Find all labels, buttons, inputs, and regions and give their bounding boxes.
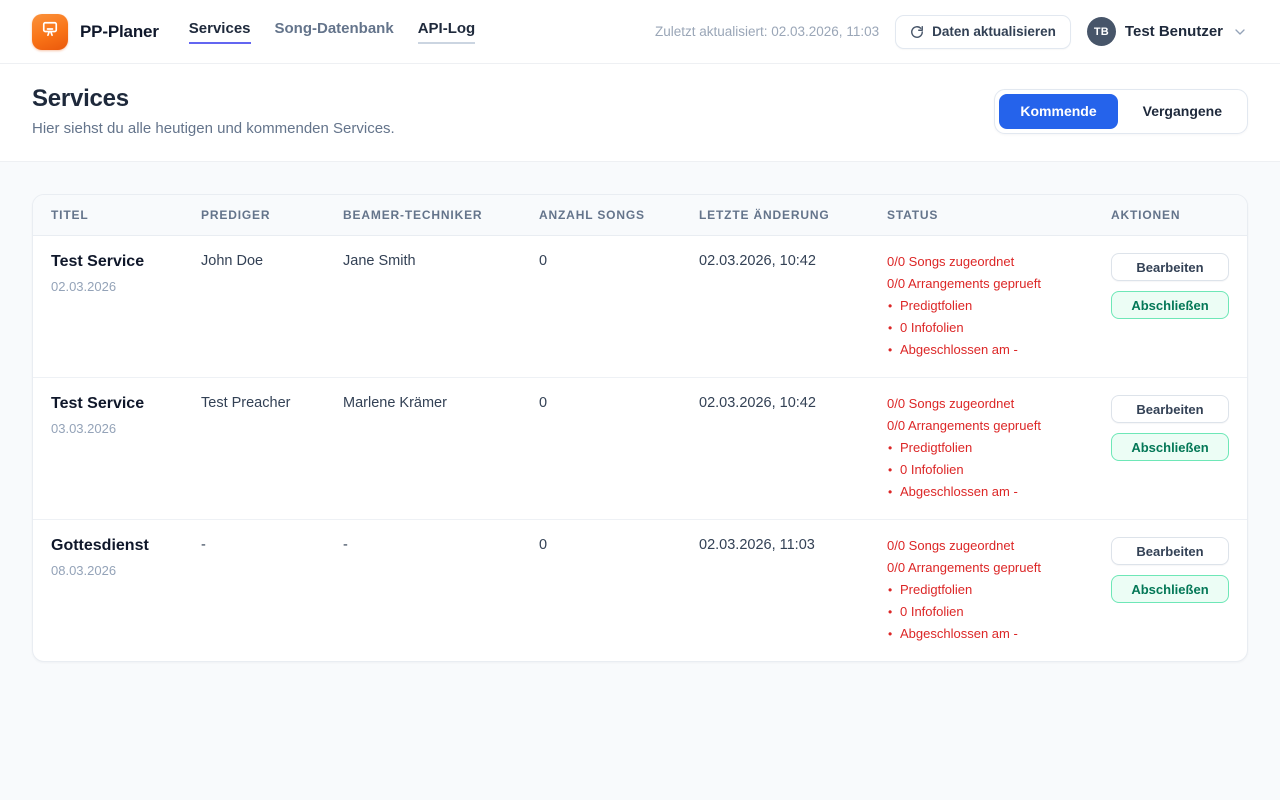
- status-line: 0/0 Songs zugeordnet: [887, 251, 1101, 273]
- status-line: 0/0 Songs zugeordnet: [887, 535, 1101, 557]
- status-line: 0/0 Arrangements geprueft: [887, 557, 1101, 579]
- service-date: 08.03.2026: [51, 563, 191, 578]
- service-title: Gottesdienst: [51, 537, 191, 555]
- status-bullet-line: Abgeschlossen am -: [887, 339, 1101, 361]
- service-title: Test Service: [51, 395, 191, 413]
- status-line: 0/0 Songs zugeordnet: [887, 393, 1101, 415]
- avatar: TB: [1087, 17, 1116, 46]
- tab-kommende[interactable]: Kommende: [999, 94, 1117, 129]
- complete-button[interactable]: Abschließen: [1111, 291, 1229, 319]
- brand: PP-Planer: [32, 14, 159, 50]
- table-row: Gottesdienst 08.03.2026 - - 0 02.03.2026…: [33, 520, 1247, 661]
- table-row: Test Service 02.03.2026 John Doe Jane Sm…: [33, 236, 1247, 378]
- nav-services[interactable]: Services: [189, 20, 251, 44]
- status-bullet-line: 0 Infofolien: [887, 317, 1101, 339]
- page-header-text: Services Hier siehst du alle heutigen un…: [32, 85, 395, 137]
- col-header-titel: Titel: [51, 195, 201, 235]
- preacher-cell: John Doe: [201, 236, 343, 377]
- actions-cell: Bearbeiten Abschließen: [1111, 520, 1229, 661]
- page-header: Services Hier siehst du alle heutigen un…: [0, 64, 1280, 162]
- nav-api-log[interactable]: API-Log: [418, 20, 476, 44]
- service-filter-toggle: Kommende Vergangene: [994, 89, 1248, 134]
- status-bullet-line: 0 Infofolien: [887, 459, 1101, 481]
- actions-cell: Bearbeiten Abschließen: [1111, 236, 1229, 377]
- col-header-status: Status: [887, 195, 1111, 235]
- last-updated-text: Zuletzt aktualisiert: 02.03.2026, 11:03: [655, 24, 879, 39]
- status-bullet-line: Predigtfolien: [887, 579, 1101, 601]
- presentation-board-icon: [40, 19, 60, 44]
- last-change-cell: 02.03.2026, 10:42: [699, 236, 887, 377]
- title-cell: Test Service 02.03.2026: [51, 236, 201, 377]
- refresh-button-label: Daten aktualisieren: [932, 24, 1056, 39]
- chevron-down-icon: [1232, 24, 1248, 40]
- complete-button[interactable]: Abschließen: [1111, 575, 1229, 603]
- col-header-beamer-techniker: Beamer-Techniker: [343, 195, 539, 235]
- actions-cell: Bearbeiten Abschließen: [1111, 378, 1229, 519]
- user-name: Test Benutzer: [1125, 23, 1223, 40]
- app-logo: [32, 14, 68, 50]
- preacher-cell: Test Preacher: [201, 378, 343, 519]
- main-content: Titel Prediger Beamer-Techniker Anzahl S…: [0, 162, 1280, 694]
- complete-button[interactable]: Abschließen: [1111, 433, 1229, 461]
- top-bar: PP-Planer Services Song-Datenbank API-Lo…: [0, 0, 1280, 64]
- refresh-icon: [910, 25, 924, 39]
- status-line: 0/0 Arrangements geprueft: [887, 415, 1101, 437]
- col-header-prediger: Prediger: [201, 195, 343, 235]
- songs-count-cell: 0: [539, 378, 699, 519]
- app-title: PP-Planer: [80, 22, 159, 42]
- preacher-cell: -: [201, 520, 343, 661]
- status-cell: 0/0 Songs zugeordnet 0/0 Arrangements ge…: [887, 378, 1111, 519]
- col-header-letzte-aenderung: Letzte Änderung: [699, 195, 887, 235]
- last-change-cell: 02.03.2026, 10:42: [699, 378, 887, 519]
- beamer-cell: Marlene Krämer: [343, 378, 539, 519]
- beamer-cell: -: [343, 520, 539, 661]
- refresh-data-button[interactable]: Daten aktualisieren: [895, 15, 1071, 49]
- status-bullet-line: Abgeschlossen am -: [887, 481, 1101, 503]
- last-change-cell: 02.03.2026, 11:03: [699, 520, 887, 661]
- status-cell: 0/0 Songs zugeordnet 0/0 Arrangements ge…: [887, 520, 1111, 661]
- table-header-row: Titel Prediger Beamer-Techniker Anzahl S…: [33, 195, 1247, 236]
- service-title: Test Service: [51, 253, 191, 271]
- beamer-cell: Jane Smith: [343, 236, 539, 377]
- status-cell: 0/0 Songs zugeordnet 0/0 Arrangements ge…: [887, 236, 1111, 377]
- title-cell: Gottesdienst 08.03.2026: [51, 520, 201, 661]
- user-menu[interactable]: TB Test Benutzer: [1087, 17, 1248, 46]
- service-date: 02.03.2026: [51, 279, 191, 294]
- edit-button[interactable]: Bearbeiten: [1111, 253, 1229, 281]
- tab-vergangene[interactable]: Vergangene: [1122, 94, 1243, 129]
- status-bullet-line: Predigtfolien: [887, 437, 1101, 459]
- songs-count-cell: 0: [539, 520, 699, 661]
- status-bullet-line: 0 Infofolien: [887, 601, 1101, 623]
- col-header-anzahl-songs: Anzahl Songs: [539, 195, 699, 235]
- topbar-right: Zuletzt aktualisiert: 02.03.2026, 11:03 …: [655, 15, 1248, 49]
- status-bullet-line: Predigtfolien: [887, 295, 1101, 317]
- title-cell: Test Service 03.03.2026: [51, 378, 201, 519]
- col-header-aktionen: Aktionen: [1111, 195, 1229, 235]
- status-bullet-line: Abgeschlossen am -: [887, 623, 1101, 645]
- nav-song-datenbank[interactable]: Song-Datenbank: [275, 20, 394, 44]
- services-table-card: Titel Prediger Beamer-Techniker Anzahl S…: [32, 194, 1248, 662]
- table-row: Test Service 03.03.2026 Test Preacher Ma…: [33, 378, 1247, 520]
- status-line: 0/0 Arrangements geprueft: [887, 273, 1101, 295]
- page-title: Services: [32, 85, 395, 113]
- edit-button[interactable]: Bearbeiten: [1111, 537, 1229, 565]
- songs-count-cell: 0: [539, 236, 699, 377]
- edit-button[interactable]: Bearbeiten: [1111, 395, 1229, 423]
- service-date: 03.03.2026: [51, 421, 191, 436]
- page-subtitle: Hier siehst du alle heutigen und kommend…: [32, 120, 395, 137]
- main-nav: Services Song-Datenbank API-Log: [189, 20, 475, 44]
